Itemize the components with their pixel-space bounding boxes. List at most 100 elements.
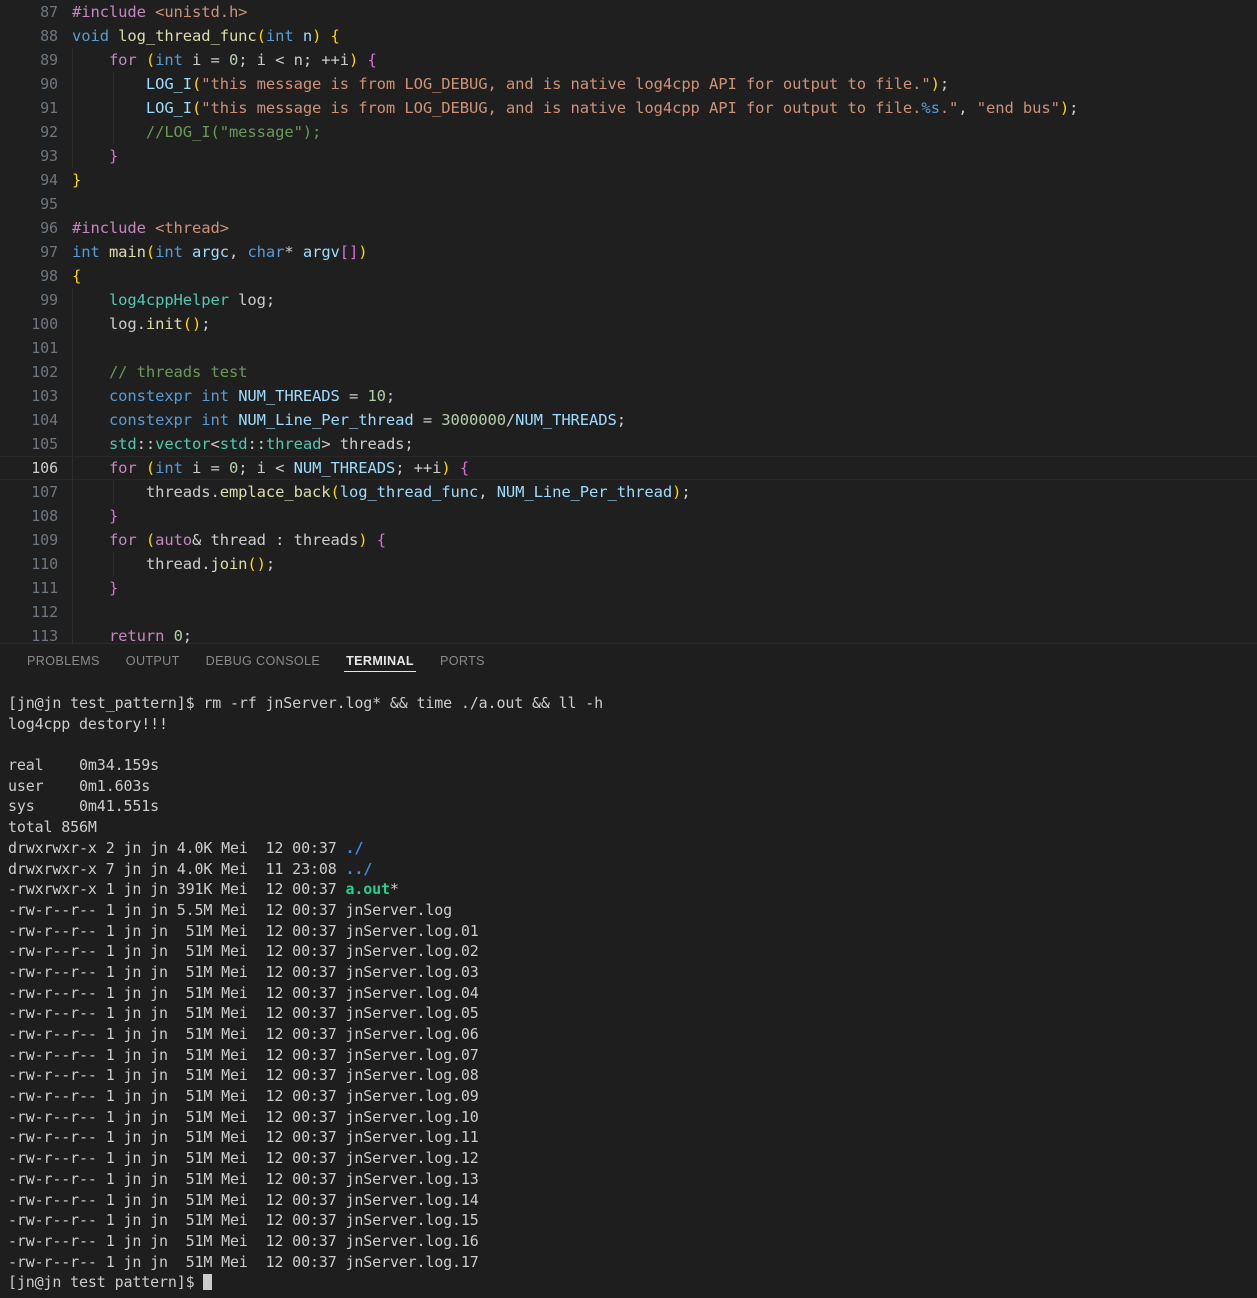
line-number: 105 [31,435,58,453]
terminal-line: -rwxrwxr-x 1 jn jn 391K Mei 12 00:37 a.o… [8,879,1257,900]
code-line[interactable]: 110 thread.join(); [0,552,1257,576]
line-number: 113 [31,627,58,643]
code-token: = [339,387,368,405]
code-token: vector [155,435,211,453]
code-line[interactable]: 103 constexpr int NUM_THREADS = 10; [0,384,1257,408]
code-token: :: [136,435,156,453]
terminal-cursor [203,1274,213,1291]
terminal-text: -rw-r--r-- 1 jn jn 51M Mei 12 00:37 jnSe… [8,1004,479,1023]
code-token: * [284,243,303,261]
tab-debug-console[interactable]: DEBUG CONSOLE [193,644,333,679]
terminal-line: log4cpp destory!!! [8,714,1257,735]
line-number: 97 [40,243,58,261]
line-number: 89 [40,51,58,69]
code-line[interactable]: 111 } [0,576,1257,600]
code-line[interactable]: 96 #include <thread> [0,216,1257,240]
code-line[interactable]: 99 log4cppHelper log; [0,288,1257,312]
code-token: = [413,411,442,429]
code-line[interactable]: 100 log.init(); [0,312,1257,336]
code-token: NUM_THREADS [238,387,340,405]
code-line[interactable]: 109 for (auto& thread : threads) { [0,528,1257,552]
code-line[interactable]: 87 #include <unistd.h> [0,0,1257,24]
code-token: () [247,555,266,573]
code-line[interactable]: 94} [0,168,1257,192]
code-token: 0 [173,627,183,643]
bottom-panel: PROBLEMS OUTPUT DEBUG CONSOLE TERMINAL PORTS… [0,643,1257,1298]
code-token: :: [247,435,266,453]
code-text: for (auto& thread : threads) { [72,528,386,552]
code-line[interactable]: 93 } [0,144,1257,168]
terminal-line: -rw-r--r-- 1 jn jn 51M Mei 12 00:37 jnSe… [8,1024,1257,1045]
code-token: %s [921,99,940,117]
code-text: constexpr int NUM_Line_Per_thread = 3000… [72,408,626,432]
code-line[interactable]: 89 for (int i = 0; i < n; ++i) { [0,48,1257,72]
terminal-prompt-line[interactable]: [jn@jn test pattern]$ [8,1272,1257,1293]
code-token: ; ++i [395,459,442,477]
terminal-line: real 0m34.159s [8,755,1257,776]
code-line[interactable]: 113 return 0; [0,624,1257,643]
code-token: ; i < n; ++i [238,51,350,69]
code-token: <thread> [155,219,229,237]
code-line[interactable]: 92 //LOG_I("message"); [0,120,1257,144]
code-line[interactable]: 98 { [0,264,1257,288]
tab-ports[interactable]: PORTS [427,644,498,679]
code-token: log_thread_func [118,27,257,45]
code-token: 3000000 [441,411,506,429]
terminal-text: -rw-r--r-- 1 jn jn 51M Mei 12 00:37 jnSe… [8,942,479,961]
code-token: LOG_I [145,99,193,117]
line-number: 112 [31,603,58,621]
code-line[interactable]: 97 int main(int argc, char* argv[]) [0,240,1257,264]
code-line[interactable]: 95 [0,192,1257,216]
line-number: 96 [40,219,58,237]
terminal-text: a.out [345,880,390,899]
code-text: } [72,504,118,528]
code-line[interactable]: 107 threads.emplace_back(log_thread_func… [0,480,1257,504]
tab-terminal[interactable]: TERMINAL [333,644,427,679]
terminal-line: -rw-r--r-- 1 jn jn 51M Mei 12 00:37 jnSe… [8,1086,1257,1107]
terminal-text: * [389,880,399,899]
line-number: 90 [40,75,58,93]
terminal-output[interactable]: [jn@jn test_pattern]$ rm -rf jnServer.lo… [0,679,1257,1293]
code-token: ) [358,243,368,261]
code-editor[interactable]: 87 #include <unistd.h> 88 void log_thread_f… [0,0,1257,643]
code-token: threads. [72,483,220,501]
terminal-text: -rw-r--r-- 1 jn jn 51M Mei 12 00:37 jnSe… [8,1190,479,1209]
terminal-line: -rw-r--r-- 1 jn jn 51M Mei 12 00:37 jnSe… [8,1190,1257,1211]
line-number: 100 [31,315,58,333]
tab-output[interactable]: OUTPUT [113,644,193,679]
code-line[interactable]: 90 LOG_I("this message is from LOG_DEBUG… [0,72,1257,96]
code-token: ) [1059,99,1070,117]
code-line[interactable]: 105 std::vector<std::thread> threads; [0,432,1257,456]
code-token: for [108,531,146,549]
line-number: 91 [40,99,58,117]
tab-problems[interactable]: PROBLEMS [14,644,113,679]
code-line[interactable]: 101 [0,336,1257,360]
code-token: ; [939,75,950,93]
code-token: log; [228,291,276,309]
line-number: 92 [40,123,58,141]
code-token: 0 [228,51,239,69]
code-token: ( [192,99,202,117]
terminal-text: -rw-r--r-- 1 jn jn 51M Mei 12 00:37 jnSe… [8,1066,479,1085]
terminal-line: -rw-r--r-- 1 jn jn 51M Mei 12 00:37 jnSe… [8,983,1257,1004]
code-token: { [330,27,340,45]
code-line[interactable]: 102 // threads test [0,360,1257,384]
code-line[interactable]: 104 constexpr int NUM_Line_Per_thread = … [0,408,1257,432]
code-line[interactable]: 106 for (int i = 0; i < NUM_THREADS; ++i… [0,456,1257,481]
code-token: n [293,27,313,45]
code-line[interactable]: 108 } [0,504,1257,528]
terminal-text: -rw-r--r-- 1 jn jn 51M Mei 12 00:37 jnSe… [8,1087,479,1106]
terminal-text: log4cpp destory!!! [8,714,168,733]
terminal-text: -rw-r--r-- 1 jn jn 51M Mei 12 00:37 jnSe… [8,1045,479,1064]
code-line[interactable]: 112 [0,600,1257,624]
code-line[interactable]: 88 void log_thread_func(int n) { [0,24,1257,48]
terminal-line: -rw-r--r-- 1 jn jn 51M Mei 12 00:37 jnSe… [8,1065,1257,1086]
code-line[interactable]: 91 LOG_I("this message is from LOG_DEBUG… [0,96,1257,120]
line-number: 88 [40,27,58,45]
terminal-line: -rw-r--r-- 1 jn jn 51M Mei 12 00:37 jnSe… [8,1003,1257,1024]
